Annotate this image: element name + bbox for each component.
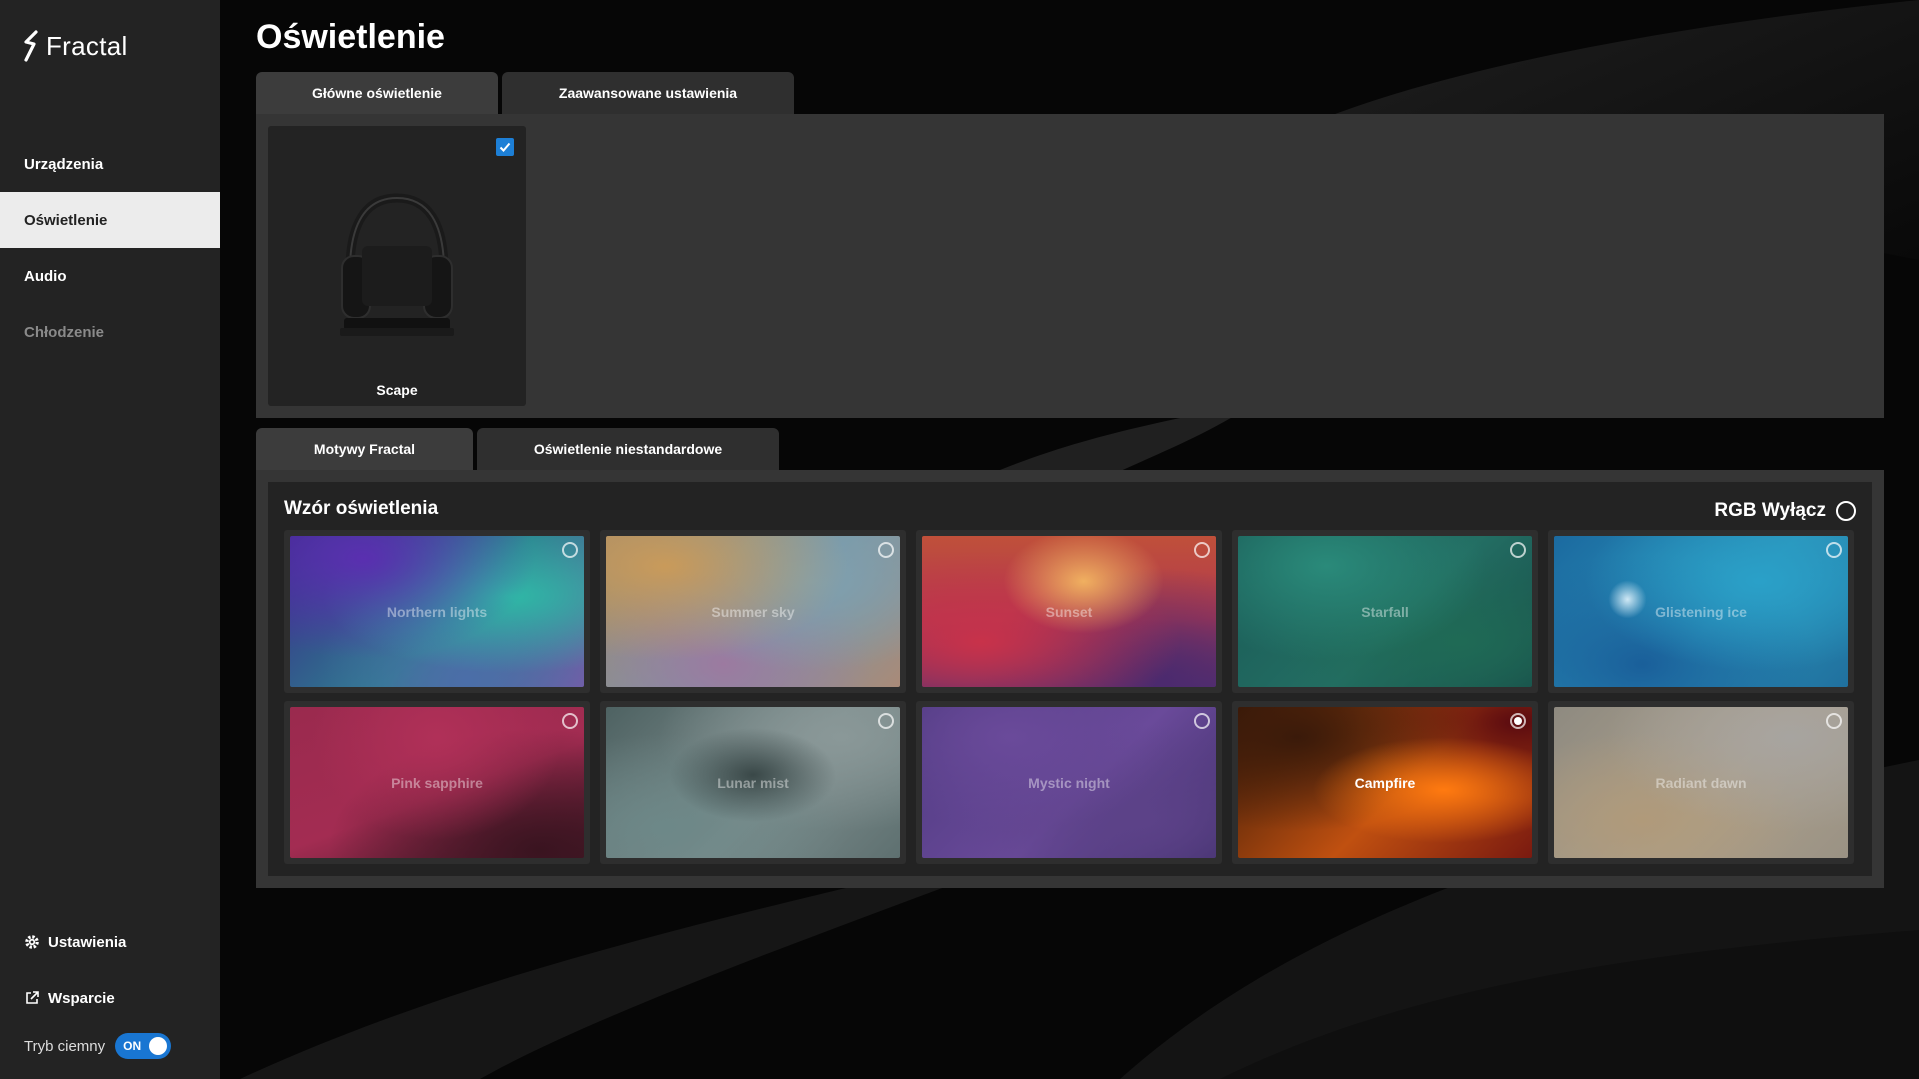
sidebar-item-devices[interactable]: Urządzenia — [0, 136, 220, 192]
theme-radio[interactable] — [1194, 713, 1210, 729]
device-card[interactable]: Scape — [268, 126, 526, 406]
sidebar-footer: Ustawienia Wsparcie Tryb ciemny ON — [24, 914, 214, 1066]
theme-name: Mystic night — [1028, 774, 1110, 791]
theme-name: Summer sky — [711, 603, 795, 620]
section-title: Wzór oświetlenia — [284, 498, 439, 519]
device-name: Scape — [376, 382, 418, 398]
theme-preview: Lunar mist — [606, 707, 900, 858]
tab-custom-lighting[interactable]: Oświetlenie niestandardowe — [477, 428, 779, 470]
toggle-knob — [149, 1037, 168, 1055]
sidebar: Fractal Urządzenia Oświetlenie Audio Chł… — [0, 0, 220, 1079]
theme-name: Pink sapphire — [391, 774, 483, 791]
theme-preview: Pink sapphire — [290, 707, 584, 858]
tab-fractal-themes[interactable]: Motywy Fractal — [256, 428, 473, 470]
lighting-pattern-panel: Wzór oświetlenia RGB Wyłącz Northern lig… — [268, 482, 1872, 876]
theme-tile-starfall[interactable]: Starfall — [1232, 530, 1538, 693]
theme-preview: Glistening ice — [1554, 536, 1848, 687]
rgb-off-radio[interactable] — [1836, 501, 1856, 521]
dark-mode-label: Tryb ciemny — [24, 1037, 106, 1055]
tab-label: Główne oświetlenie — [312, 85, 442, 101]
sidebar-item-cooling[interactable]: Chłodzenie — [0, 304, 220, 360]
sidebar-item-label: Oświetlenie — [24, 211, 108, 229]
device-checkbox[interactable] — [496, 138, 514, 156]
sidebar-item-audio[interactable]: Audio — [0, 248, 220, 304]
theme-preview: Northern lights — [290, 536, 584, 687]
tab-main-lighting[interactable]: Główne oświetlenie — [256, 72, 498, 114]
theme-tile-radiant-dawn[interactable]: Radiant dawn — [1548, 701, 1854, 864]
theme-radio[interactable] — [878, 713, 894, 729]
support-link[interactable]: Wsparcie — [24, 970, 214, 1026]
rgb-off-label: RGB Wyłącz — [1714, 500, 1826, 521]
theme-preview: Mystic night — [922, 707, 1216, 858]
theme-tile-pink-sapphire[interactable]: Pink sapphire — [284, 701, 590, 864]
theme-preview: Starfall — [1238, 536, 1532, 687]
rgb-off-option[interactable]: RGB Wyłącz — [1714, 500, 1856, 522]
sidebar-nav: Urządzenia Oświetlenie Audio Chłodzenie — [0, 136, 220, 360]
support-label: Wsparcie — [48, 989, 115, 1007]
external-link-icon — [26, 991, 39, 1004]
theme-radio[interactable] — [1826, 542, 1842, 558]
theme-tile-summer-sky[interactable]: Summer sky — [600, 530, 906, 693]
theme-grid: Northern lights Summer sky Sunset Starfa… — [284, 530, 1854, 864]
tab-label: Oświetlenie niestandardowe — [533, 441, 723, 457]
theme-name: Northern lights — [386, 603, 488, 620]
theme-tile-lunar-mist[interactable]: Lunar mist — [600, 701, 906, 864]
dark-mode-toggle[interactable]: ON — [115, 1033, 172, 1059]
logo-text: Fractal — [46, 30, 128, 61]
theme-radio[interactable] — [562, 542, 578, 558]
dark-mode-row: Tryb ciemny ON — [24, 1026, 214, 1066]
gear-icon — [25, 935, 39, 949]
theme-tile-campfire[interactable]: Campfire — [1232, 701, 1538, 864]
theme-tabs: Motywy Fractal Oświetlenie niestandardow… — [256, 428, 779, 470]
theme-radio[interactable] — [562, 713, 578, 729]
sidebar-item-lighting[interactable]: Oświetlenie — [0, 192, 220, 248]
theme-name: Campfire — [1354, 774, 1416, 791]
theme-name: Glistening ice — [1655, 603, 1747, 620]
settings-label: Ustawienia — [48, 933, 127, 951]
theme-tile-northern-lights[interactable]: Northern lights — [284, 530, 590, 693]
sidebar-item-label: Audio — [24, 267, 67, 285]
fractal-logo[interactable]: Fractal — [22, 30, 128, 62]
theme-radio[interactable] — [878, 542, 894, 558]
tab-advanced-settings[interactable]: Zaawansowane ustawienia — [502, 72, 794, 114]
top-tabs: Główne oświetlenie Zaawansowane ustawien… — [256, 72, 794, 114]
tab-label: Motywy Fractal — [313, 441, 416, 457]
checkmark-icon — [499, 142, 511, 152]
sidebar-item-label: Chłodzenie — [24, 323, 105, 341]
theme-tile-sunset[interactable]: Sunset — [916, 530, 1222, 693]
theme-radio[interactable] — [1826, 713, 1842, 729]
theme-radio[interactable] — [1510, 542, 1526, 558]
theme-tile-mystic-night[interactable]: Mystic night — [916, 701, 1222, 864]
settings-link[interactable]: Ustawienia — [24, 914, 214, 970]
theme-tile-glistening-ice[interactable]: Glistening ice — [1548, 530, 1854, 693]
toggle-state-label: ON — [123, 1039, 142, 1053]
theme-name: Radiant dawn — [1655, 774, 1747, 791]
theme-radio-selected[interactable] — [1510, 713, 1526, 729]
theme-preview: Summer sky — [606, 536, 900, 687]
page-title: Oświetlenie — [256, 18, 445, 56]
theme-name: Sunset — [1045, 603, 1093, 620]
theme-name: Starfall — [1361, 603, 1409, 620]
tab-label: Zaawansowane ustawienia — [558, 85, 738, 101]
sidebar-item-label: Urządzenia — [24, 155, 104, 173]
headset-icon — [340, 193, 454, 336]
theme-name: Lunar mist — [717, 774, 789, 791]
theme-preview: Sunset — [922, 536, 1216, 687]
theme-preview: Radiant dawn — [1554, 707, 1848, 858]
theme-preview: Campfire — [1238, 707, 1532, 858]
fractal-logo-icon — [24, 30, 38, 62]
theme-radio[interactable] — [1194, 542, 1210, 558]
